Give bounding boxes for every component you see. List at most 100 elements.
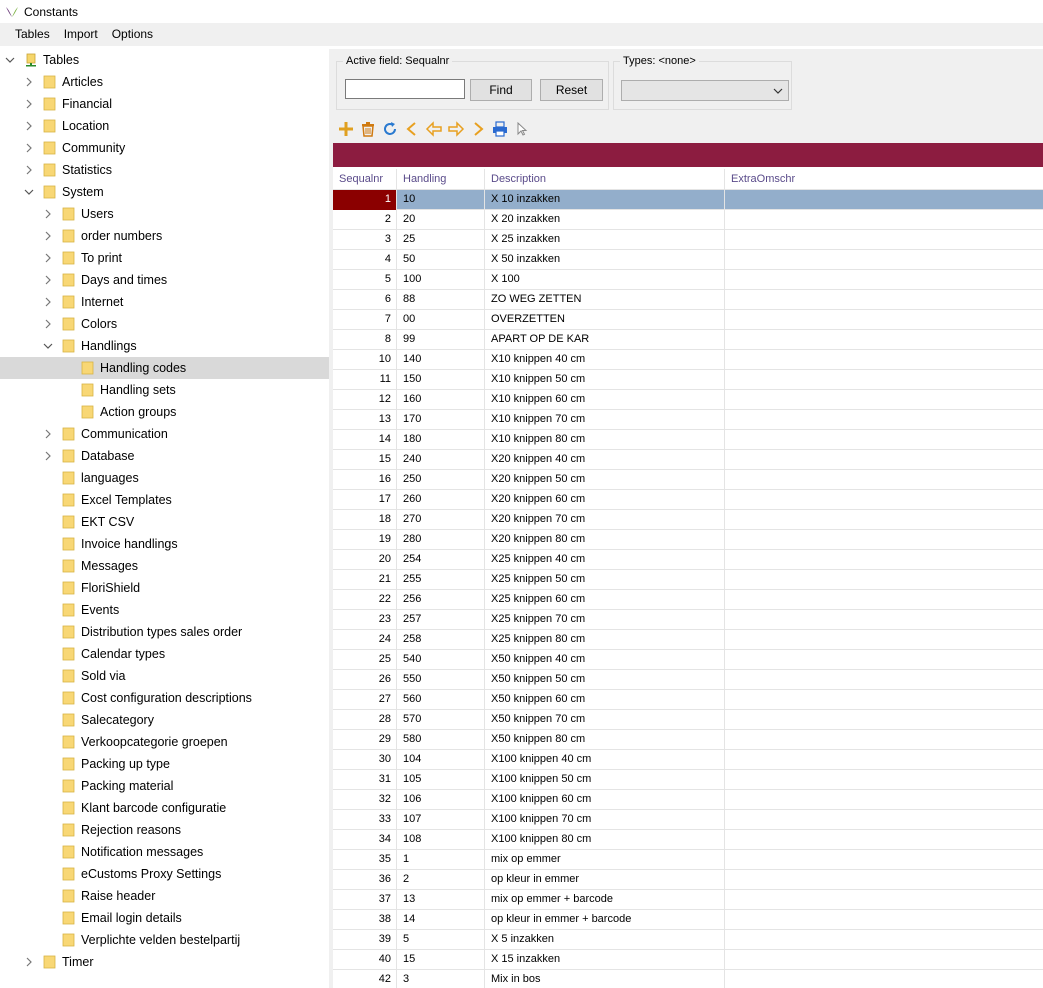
menu-import[interactable]: Import xyxy=(57,23,105,46)
cell-extraomschr[interactable] xyxy=(725,210,1043,230)
cell-sequalnr[interactable]: 25 xyxy=(333,650,397,670)
cell-handling[interactable]: 180 xyxy=(397,430,485,450)
cell-description[interactable]: APART OP DE KAR xyxy=(485,330,725,350)
tree-item-community[interactable]: Community xyxy=(0,137,329,159)
cell-extraomschr[interactable] xyxy=(725,450,1043,470)
cell-handling[interactable]: 20 xyxy=(397,210,485,230)
table-row[interactable]: 15 240 X20 knippen 40 cm xyxy=(333,450,1043,470)
tree-item-location[interactable]: Location xyxy=(0,115,329,137)
cell-extraomschr[interactable] xyxy=(725,230,1043,250)
cell-description[interactable]: X20 knippen 70 cm xyxy=(485,510,725,530)
chevron-right-icon[interactable] xyxy=(42,230,54,242)
cell-sequalnr[interactable]: 3 xyxy=(333,230,397,250)
cell-handling[interactable]: 280 xyxy=(397,530,485,550)
column-header-handling[interactable]: Handling xyxy=(397,169,485,190)
cell-sequalnr[interactable]: 33 xyxy=(333,810,397,830)
cell-handling[interactable]: 106 xyxy=(397,790,485,810)
cell-sequalnr[interactable]: 8 xyxy=(333,330,397,350)
cell-sequalnr[interactable]: 30 xyxy=(333,750,397,770)
tree-item-communication[interactable]: Communication xyxy=(0,423,329,445)
cell-extraomschr[interactable] xyxy=(725,430,1043,450)
cell-sequalnr[interactable]: 14 xyxy=(333,430,397,450)
cell-sequalnr[interactable]: 4 xyxy=(333,250,397,270)
tree-item-cost-configuration-descriptions[interactable]: Cost configuration descriptions xyxy=(0,687,329,709)
table-row[interactable]: 40 15 X 15 inzakken xyxy=(333,950,1043,970)
table-row[interactable]: 12 160 X10 knippen 60 cm xyxy=(333,390,1043,410)
cell-handling[interactable]: 2 xyxy=(397,870,485,890)
chevron-right-icon[interactable] xyxy=(42,318,54,330)
table-row[interactable]: 21 255 X25 knippen 50 cm xyxy=(333,570,1043,590)
cell-extraomschr[interactable] xyxy=(725,410,1043,430)
cell-description[interactable]: X10 knippen 40 cm xyxy=(485,350,725,370)
cell-extraomschr[interactable] xyxy=(725,250,1043,270)
cell-handling[interactable]: 108 xyxy=(397,830,485,850)
tree-item-handlings[interactable]: Handlings xyxy=(0,335,329,357)
cell-sequalnr[interactable]: 2 xyxy=(333,210,397,230)
cell-extraomschr[interactable] xyxy=(725,530,1043,550)
tree-item-sold-via[interactable]: Sold via xyxy=(0,665,329,687)
column-header-description[interactable]: Description xyxy=(485,169,725,190)
cell-handling[interactable]: 560 xyxy=(397,690,485,710)
first-icon[interactable] xyxy=(401,118,423,140)
tree-item-statistics[interactable]: Statistics xyxy=(0,159,329,181)
chevron-right-icon[interactable] xyxy=(42,208,54,220)
tree-item-users[interactable]: Users xyxy=(0,203,329,225)
table-row[interactable]: 23 257 X25 knippen 70 cm xyxy=(333,610,1043,630)
chevron-down-icon[interactable] xyxy=(42,340,54,352)
cell-description[interactable]: ZO WEG ZETTEN xyxy=(485,290,725,310)
tree-item-ecustoms-proxy-settings[interactable]: eCustoms Proxy Settings xyxy=(0,863,329,885)
tree-item-verplichte-velden-bestelpartij[interactable]: Verplichte velden bestelpartij xyxy=(0,929,329,951)
table-row[interactable]: 8 99 APART OP DE KAR xyxy=(333,330,1043,350)
cell-description[interactable]: X50 knippen 80 cm xyxy=(485,730,725,750)
table-row[interactable]: 26 550 X50 knippen 50 cm xyxy=(333,670,1043,690)
cell-handling[interactable]: 25 xyxy=(397,230,485,250)
cell-extraomschr[interactable] xyxy=(725,190,1043,210)
cell-sequalnr[interactable]: 18 xyxy=(333,510,397,530)
cell-description[interactable]: X25 knippen 40 cm xyxy=(485,550,725,570)
tree-item-ekt-csv[interactable]: EKT CSV xyxy=(0,511,329,533)
cell-description[interactable]: X 100 xyxy=(485,270,725,290)
next-icon[interactable] xyxy=(445,118,467,140)
table-row[interactable]: 7 00 OVERZETTEN xyxy=(333,310,1043,330)
table-row[interactable]: 16 250 X20 knippen 50 cm xyxy=(333,470,1043,490)
print-icon[interactable] xyxy=(489,118,511,140)
cell-handling[interactable]: 550 xyxy=(397,670,485,690)
chevron-right-icon[interactable] xyxy=(42,274,54,286)
cell-handling[interactable]: 580 xyxy=(397,730,485,750)
cell-extraomschr[interactable] xyxy=(725,890,1043,910)
tree-item-notification-messages[interactable]: Notification messages xyxy=(0,841,329,863)
tree-item-handling-sets[interactable]: Handling sets xyxy=(0,379,329,401)
cell-handling[interactable]: 570 xyxy=(397,710,485,730)
tree-item-messages[interactable]: Messages xyxy=(0,555,329,577)
cell-description[interactable]: X50 knippen 60 cm xyxy=(485,690,725,710)
cell-extraomschr[interactable] xyxy=(725,930,1043,950)
cell-description[interactable]: X10 knippen 70 cm xyxy=(485,410,725,430)
cell-description[interactable]: X20 knippen 60 cm xyxy=(485,490,725,510)
menu-options[interactable]: Options xyxy=(105,23,160,46)
cell-description[interactable]: X20 knippen 40 cm xyxy=(485,450,725,470)
cell-description[interactable]: Mix in bos xyxy=(485,970,725,988)
cell-handling[interactable]: 270 xyxy=(397,510,485,530)
tree-item-financial[interactable]: Financial xyxy=(0,93,329,115)
tree-item-email-login-details[interactable]: Email login details xyxy=(0,907,329,929)
cell-handling[interactable]: 15 xyxy=(397,950,485,970)
cell-extraomschr[interactable] xyxy=(725,790,1043,810)
chevron-right-icon[interactable] xyxy=(23,98,35,110)
tree-item-distribution-types-sales-order[interactable]: Distribution types sales order xyxy=(0,621,329,643)
table-row[interactable]: 5 100 X 100 xyxy=(333,270,1043,290)
cell-description[interactable]: X25 knippen 80 cm xyxy=(485,630,725,650)
cell-sequalnr[interactable]: 28 xyxy=(333,710,397,730)
cell-handling[interactable]: 107 xyxy=(397,810,485,830)
chevron-right-icon[interactable] xyxy=(42,450,54,462)
table-row[interactable]: 38 14 op kleur in emmer + barcode xyxy=(333,910,1043,930)
table-row[interactable]: 33 107 X100 knippen 70 cm xyxy=(333,810,1043,830)
cell-extraomschr[interactable] xyxy=(725,950,1043,970)
cell-handling[interactable]: 88 xyxy=(397,290,485,310)
cell-handling[interactable]: 104 xyxy=(397,750,485,770)
tree-item-handling-codes[interactable]: Handling codes xyxy=(0,357,329,379)
cell-sequalnr[interactable]: 21 xyxy=(333,570,397,590)
cell-extraomschr[interactable] xyxy=(725,810,1043,830)
cell-description[interactable]: X50 knippen 50 cm xyxy=(485,670,725,690)
cell-sequalnr[interactable]: 7 xyxy=(333,310,397,330)
cell-sequalnr[interactable]: 24 xyxy=(333,630,397,650)
